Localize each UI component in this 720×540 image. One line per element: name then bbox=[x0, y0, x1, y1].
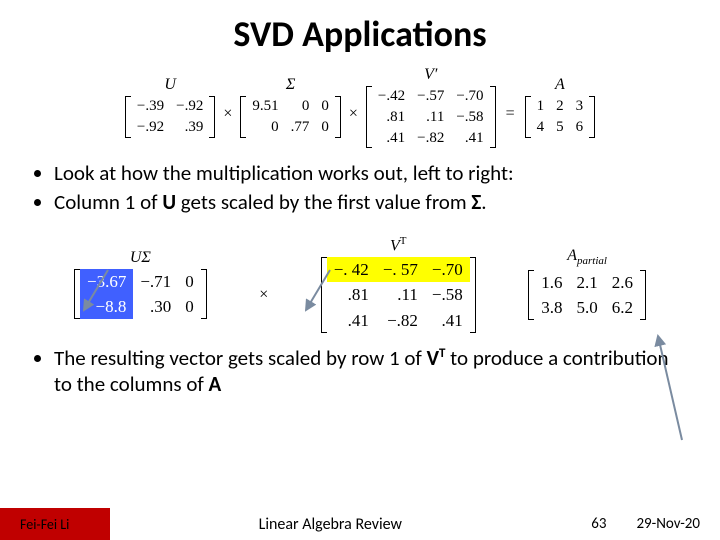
bullets-top: Look at how the multiplication works out… bbox=[0, 152, 720, 221]
footer: Fei-Fei Li Linear Algebra Review 63 29-N… bbox=[0, 508, 720, 540]
bullet-1: Look at how the multiplication works out… bbox=[54, 160, 690, 186]
times-2: × bbox=[349, 105, 358, 123]
label-VT: VT bbox=[390, 235, 407, 255]
mid-equation: UΣ −3.67−.710 −8.8.300 × VT −. 42−. 57−.… bbox=[0, 221, 720, 343]
label-Vt: V′ bbox=[424, 66, 437, 84]
equals: = bbox=[506, 105, 515, 123]
bullets-bottom: The resulting vector gets scaled by row … bbox=[0, 343, 720, 404]
times-3: × bbox=[259, 286, 268, 304]
label-A: A bbox=[555, 76, 565, 94]
footer-date: 29-Nov-20 bbox=[636, 515, 700, 533]
bullet-2: Column 1 of U gets scaled by the first v… bbox=[54, 189, 690, 215]
label-Sigma: Σ bbox=[286, 76, 296, 94]
footer-pageno: 63 bbox=[591, 515, 606, 533]
footer-course: Linear Algebra Review bbox=[69, 515, 591, 534]
label-USigma: UΣ bbox=[130, 249, 151, 267]
times-1: × bbox=[223, 105, 232, 123]
bullet-3: The resulting vector gets scaled by row … bbox=[54, 345, 690, 398]
slide-title: SVD Applications bbox=[0, 0, 720, 56]
footer-author: Fei-Fei Li bbox=[20, 516, 69, 533]
top-equation: U −.39−.92 −.92.39 × Σ 9.5100 0.770 × V′… bbox=[0, 56, 720, 152]
label-Apartial: Apartial bbox=[567, 247, 607, 267]
label-U: U bbox=[164, 76, 176, 94]
